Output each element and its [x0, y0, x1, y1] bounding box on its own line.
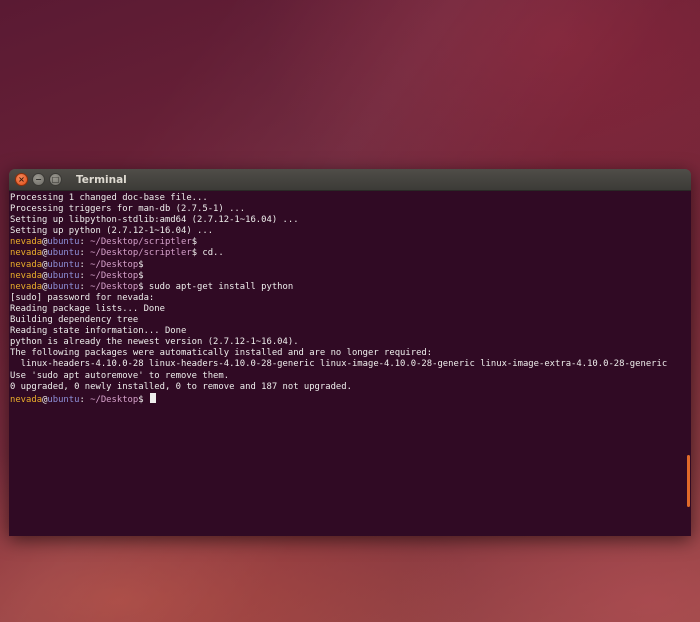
output-line: Reading state information... Done	[10, 326, 187, 337]
prompt-host: ubuntu	[47, 237, 80, 248]
prompt-host: ubuntu	[47, 394, 80, 405]
prompt-line: nevada@ubuntu: ~/Desktop/scriptler$ cd..	[10, 248, 691, 259]
prompt-path: ~/Desktop/scriptler	[90, 248, 192, 259]
prompt-dollar: $	[138, 259, 144, 270]
output-line: Use 'sudo apt autoremove' to remove them…	[10, 370, 230, 381]
prompt-user: nevada	[10, 259, 43, 270]
text-cursor	[149, 392, 156, 403]
window-title: Terminal	[76, 173, 127, 186]
prompt-colon: :	[79, 259, 91, 270]
output-line: [sudo] password for nevada:	[10, 292, 155, 303]
prompt-line: nevada@ubuntu: ~/Desktop$	[10, 260, 691, 271]
output-line: python is already the newest version (2.…	[10, 337, 299, 348]
window-titlebar[interactable]: × − □ Terminal	[9, 169, 691, 191]
prompt-user: nevada	[10, 248, 43, 259]
prompt-line: nevada@ubuntu: ~/Desktop$	[10, 392, 691, 405]
prompt-path: ~/Desktop	[90, 281, 139, 292]
prompt-colon: :	[79, 394, 91, 405]
output-line: Processing triggers for man-db (2.7.5-1)…	[10, 204, 246, 215]
scrollbar-thumb[interactable]	[687, 455, 690, 507]
output-line: The following packages were automaticall…	[10, 348, 433, 359]
prompt-line: nevada@ubuntu: ~/Desktop$ sudo apt-get i…	[10, 282, 691, 293]
prompt-colon: :	[79, 248, 91, 259]
prompt-command: cd..	[197, 248, 224, 259]
prompt-user: nevada	[10, 237, 43, 248]
minimize-icon[interactable]: −	[32, 173, 45, 186]
scrollbar[interactable]	[685, 191, 690, 536]
prompt-host: ubuntu	[47, 248, 80, 259]
output-line: Setting up python (2.7.12-1~16.04) ...	[10, 226, 214, 237]
terminal-window[interactable]: × − □ Terminal Processing 1 changed doc-…	[9, 169, 691, 536]
prompt-line: nevada@ubuntu: ~/Desktop/scriptler$	[10, 237, 691, 248]
output-line: Processing 1 changed doc-base file...	[10, 193, 208, 203]
prompt-line: nevada@ubuntu: ~/Desktop$	[10, 271, 691, 282]
prompt-user: nevada	[10, 281, 43, 292]
output-line: Reading package lists... Done	[10, 303, 165, 314]
prompt-colon: :	[79, 281, 91, 292]
prompt-colon: :	[79, 270, 91, 281]
prompt-user: nevada	[10, 394, 43, 405]
prompt-dollar: $	[191, 237, 198, 248]
prompt-host: ubuntu	[47, 270, 80, 281]
prompt-path: ~/Desktop/scriptler	[90, 237, 192, 248]
prompt-host: ubuntu	[47, 259, 80, 270]
prompt-path: ~/Desktop	[90, 394, 139, 405]
maximize-icon[interactable]: □	[49, 173, 62, 186]
output-line: Setting up libpython-stdlib:amd64 (2.7.1…	[10, 215, 299, 226]
output-line: 0 upgraded, 0 newly installed, 0 to remo…	[10, 381, 352, 392]
prompt-dollar: $	[138, 270, 144, 281]
prompt-command: sudo apt-get install python	[143, 281, 294, 292]
terminal-area[interactable]: Processing 1 changed doc-base file... Pro…	[9, 191, 691, 536]
prompt-path: ~/Desktop	[90, 259, 139, 270]
output-line: linux-headers-4.10.0-28 linux-headers-4.…	[10, 359, 668, 370]
prompt-command	[144, 395, 149, 405]
output-line: Building dependency tree	[10, 315, 139, 326]
terminal-output: Processing 1 changed doc-base file... Pro…	[9, 193, 691, 405]
prompt-user: nevada	[10, 270, 43, 281]
prompt-host: ubuntu	[47, 281, 80, 292]
close-icon[interactable]: ×	[15, 173, 28, 186]
prompt-colon: :	[79, 237, 91, 248]
prompt-path: ~/Desktop	[90, 270, 139, 281]
